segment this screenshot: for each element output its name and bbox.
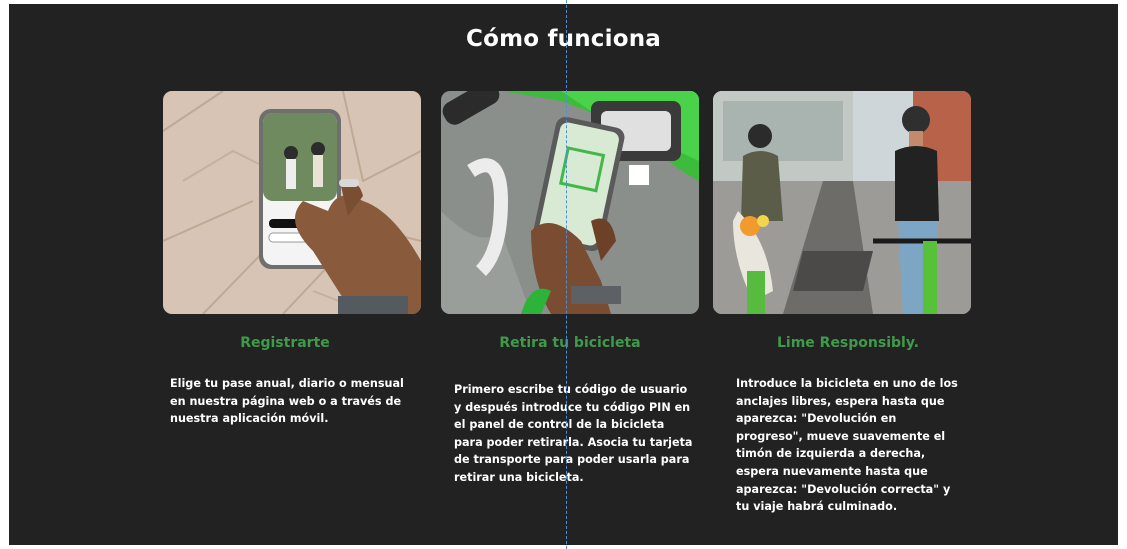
- bike-panel-illustration: [441, 91, 699, 314]
- step-3-image: [713, 91, 971, 314]
- riders-illustration: [713, 91, 971, 314]
- layout-guide-line: [566, 0, 567, 549]
- step-1-description: Elige tu pase anual, diario o mensual en…: [170, 377, 404, 426]
- step-2-description: Primero escribe tu código de usuario y d…: [454, 383, 693, 484]
- section-title: Cómo funciona: [465, 26, 662, 52]
- step-1-image: [163, 91, 421, 314]
- step-1-title: Registrarte: [240, 335, 330, 351]
- hand-phone-illustration: [163, 91, 421, 314]
- step-3-title: Lime Responsibly.: [776, 335, 919, 351]
- step-3-description: Introduce la bicicleta en uno de los anc…: [736, 377, 958, 514]
- step-2-image: [441, 91, 699, 314]
- page-edge: [1118, 0, 1127, 549]
- step-2-title: Retira tu bicicleta: [499, 335, 641, 351]
